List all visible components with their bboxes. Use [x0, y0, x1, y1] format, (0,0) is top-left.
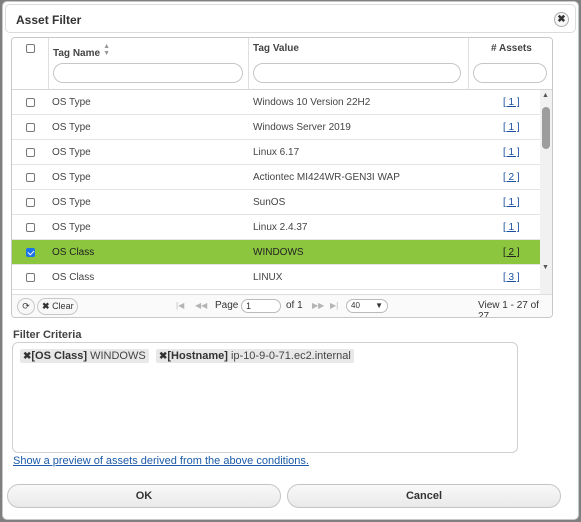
- header-tag-value[interactable]: Tag Value: [249, 38, 469, 90]
- page-count: of 1: [286, 300, 303, 311]
- row-assets-link[interactable]: [ 1 ]: [503, 222, 520, 233]
- table-row[interactable]: OS Type Actiontec MI424WR-GEN3I WAP [ 2 …: [12, 165, 540, 190]
- row-assets-link[interactable]: [ 3 ]: [503, 272, 520, 283]
- assets-filter-input[interactable]: [473, 63, 547, 83]
- row-checkbox[interactable]: [26, 223, 35, 232]
- header-select-cell: [12, 38, 49, 90]
- cancel-button[interactable]: Cancel: [287, 484, 561, 508]
- next-page-icon[interactable]: ▶▶: [312, 301, 324, 310]
- vertical-scroll-thumb[interactable]: [542, 107, 550, 149]
- table-row[interactable]: OS Type SunOS [ 1 ]: [12, 190, 540, 215]
- clear-x-icon: ✖: [42, 301, 50, 311]
- filter-criteria-label: Filter Criteria: [13, 329, 82, 341]
- clear-button[interactable]: ✖ Clear: [37, 298, 78, 315]
- chip-value: WINDOWS: [90, 350, 146, 362]
- row-assets-link[interactable]: [ 1 ]: [503, 147, 520, 158]
- row-assets-link[interactable]: [ 1 ]: [503, 97, 520, 108]
- table-row[interactable]: OS Type Windows Server 2019 [ 1 ]: [12, 115, 540, 140]
- grid-header: Tag Name▲ ▼ Tag Value # Assets: [12, 38, 552, 90]
- table-row[interactable]: OS Class LINUX [ 3 ]: [12, 265, 540, 290]
- preview-assets-link[interactable]: Show a preview of assets derived from th…: [13, 455, 309, 467]
- table-row[interactable]: OS Type Linux 6.17 [ 1 ]: [12, 140, 540, 165]
- chevron-down-icon: ▼: [375, 301, 383, 310]
- tag-name-header-label: Tag Name: [53, 48, 101, 59]
- page-label: Page: [215, 300, 239, 311]
- chip-key: [OS Class]: [31, 350, 88, 362]
- tag-value-filter-input[interactable]: [253, 63, 461, 83]
- row-assets-link[interactable]: [ 1 ]: [503, 122, 520, 133]
- row-checkbox-checked[interactable]: [26, 248, 35, 257]
- row-tag-value: SunOS: [253, 197, 286, 208]
- tag-value-header-label: Tag Value: [253, 43, 299, 54]
- row-tag-value: Actiontec MI424WR-GEN3I WAP: [253, 172, 400, 183]
- row-tag-value: Windows 10 Version 22H2: [253, 97, 371, 108]
- table-row[interactable]: OS Type Windows 10 Version 22H2 [ 1 ]: [12, 90, 540, 115]
- dialog-title: Asset Filter: [16, 13, 82, 27]
- header-tag-name[interactable]: Tag Name▲ ▼: [49, 38, 249, 90]
- rows-per-page-select[interactable]: 40 ▼: [346, 299, 388, 313]
- first-page-icon[interactable]: |◀: [176, 301, 184, 310]
- row-assets-link[interactable]: [ 2 ]: [503, 172, 520, 183]
- row-assets-link[interactable]: [ 1 ]: [503, 197, 520, 208]
- chip-key: [Hostname]: [167, 350, 228, 362]
- dialog-titlebar: Asset Filter ✖: [5, 4, 576, 33]
- header-assets[interactable]: # Assets: [469, 38, 552, 90]
- grid-pager: ⟳ ✖ Clear |◀ ◀◀ Page 1 of 1 ▶▶ ▶| 40 ▼ V…: [12, 294, 552, 318]
- row-checkbox[interactable]: [26, 123, 35, 132]
- scroll-down-icon[interactable]: ▼: [542, 264, 549, 271]
- scroll-up-icon[interactable]: ▲: [542, 92, 549, 99]
- row-tag-name: OS Class: [52, 247, 95, 258]
- table-row-selected[interactable]: OS Class WINDOWS [ 2 ]: [12, 240, 540, 265]
- view-range-text: View 1 - 27 of 27: [478, 300, 539, 318]
- assets-header-label: # Assets: [491, 43, 532, 54]
- row-tag-name: OS Type: [52, 172, 91, 183]
- row-checkbox[interactable]: [26, 273, 35, 282]
- filter-criteria-box[interactable]: ✖[OS Class] WINDOWS ✖[Hostname] ip-10-9-…: [12, 342, 518, 453]
- tag-grid: Tag Name▲ ▼ Tag Value # Assets OS Type Wi…: [11, 37, 553, 318]
- row-assets-link[interactable]: [ 2 ]: [503, 247, 520, 258]
- ok-button[interactable]: OK: [7, 484, 281, 508]
- row-tag-name: OS Type: [52, 122, 91, 133]
- sort-icon[interactable]: ▲ ▼: [103, 43, 110, 57]
- row-tag-value: Linux 6.17: [253, 147, 300, 158]
- select-all-checkbox[interactable]: [26, 44, 35, 53]
- prev-page-icon[interactable]: ◀◀: [195, 301, 207, 310]
- criteria-chip: ✖[OS Class] WINDOWS: [20, 349, 149, 363]
- rows-per-page-value: 40: [351, 301, 360, 310]
- row-tag-value: LINUX: [253, 272, 283, 283]
- row-tag-name: OS Type: [52, 147, 91, 158]
- row-tag-name: OS Class: [52, 272, 95, 283]
- chip-value: ip-10-9-0-71.ec2.internal: [230, 350, 351, 362]
- criteria-chip: ✖[Hostname] ip-10-9-0-71.ec2.internal: [156, 349, 354, 363]
- close-icon[interactable]: ✖: [554, 12, 569, 27]
- row-checkbox[interactable]: [26, 98, 35, 107]
- table-row[interactable]: OS Type Linux 2.4.37 [ 1 ]: [12, 215, 540, 240]
- row-tag-name: OS Type: [52, 222, 91, 233]
- row-checkbox[interactable]: [26, 198, 35, 207]
- row-tag-name: OS Type: [52, 197, 91, 208]
- row-tag-name: OS Type: [52, 97, 91, 108]
- page-number-input[interactable]: 1: [241, 299, 281, 313]
- clear-label: Clear: [52, 301, 74, 311]
- row-checkbox[interactable]: [26, 173, 35, 182]
- row-tag-value: Linux 2.4.37: [253, 222, 308, 233]
- refresh-icon[interactable]: ⟳: [17, 298, 35, 315]
- last-page-icon[interactable]: ▶|: [330, 301, 338, 310]
- tag-name-filter-input[interactable]: [53, 63, 243, 83]
- row-tag-value: WINDOWS: [253, 247, 304, 258]
- row-tag-value: Windows Server 2019: [253, 122, 351, 133]
- row-checkbox[interactable]: [26, 148, 35, 157]
- grid-rows: OS Type Windows 10 Version 22H2 [ 1 ] OS…: [12, 90, 540, 316]
- vertical-scrollbar[interactable]: ▲ ▼: [540, 90, 552, 316]
